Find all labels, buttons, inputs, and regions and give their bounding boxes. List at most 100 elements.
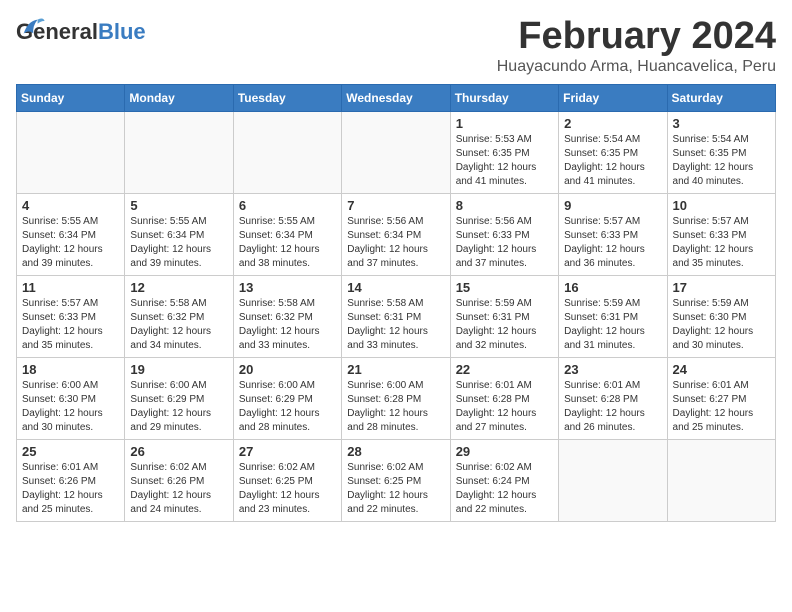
day-cell-28: 28 Sunrise: 6:02 AM Sunset: 6:25 PM Dayli… xyxy=(342,439,450,521)
column-header-thursday: Thursday xyxy=(450,84,558,111)
day-cell-21: 21Sunrise: 6:00 AM Sunset: 6:28 PM Dayli… xyxy=(342,357,450,439)
day-info: Sunrise: 5:58 AM Sunset: 6:31 PM Dayligh… xyxy=(347,297,444,353)
day-info: Sunrise: 5:57 AM Sunset: 6:33 PM Dayligh… xyxy=(673,215,770,271)
day-info: Sunrise: 6:01 AM Sunset: 6:27 PM Dayligh… xyxy=(673,379,770,435)
day-number: 7 xyxy=(347,198,444,213)
page-header: GeneralBlue February 2024 Huayacundo Arm… xyxy=(16,16,776,76)
day-number: 28 xyxy=(347,444,444,459)
day-info: Sunrise: 5:57 AM Sunset: 6:33 PM Dayligh… xyxy=(22,297,119,353)
day-number: 22 xyxy=(456,362,553,377)
day-number: 13 xyxy=(239,280,336,295)
column-header-monday: Monday xyxy=(125,84,233,111)
week-row-1: 1 Sunrise: 5:53 AM Sunset: 6:35 PM Daylig… xyxy=(17,111,776,193)
column-header-sunday: Sunday xyxy=(17,84,125,111)
day-info: Sunrise: 5:59 AM Sunset: 6:31 PM Dayligh… xyxy=(456,297,553,353)
day-cell-6: 6Sunrise: 5:55 AM Sunset: 6:34 PM Daylig… xyxy=(233,193,341,275)
day-cell-12: 12 Sunrise: 5:58 AM Sunset: 6:32 PM Dayli… xyxy=(125,275,233,357)
day-info: Sunrise: 5:54 AM Sunset: 6:35 PM Dayligh… xyxy=(673,133,770,189)
day-info: Sunrise: 5:54 AM Sunset: 6:35 PM Dayligh… xyxy=(564,133,661,189)
week-row-2: 4 Sunrise: 5:55 AM Sunset: 6:34 PM Daylig… xyxy=(17,193,776,275)
day-cell-20: 20 Sunrise: 6:00 AM Sunset: 6:29 PM Dayli… xyxy=(233,357,341,439)
day-number: 5 xyxy=(130,198,227,213)
day-number: 16 xyxy=(564,280,661,295)
day-number: 20 xyxy=(239,362,336,377)
day-number: 15 xyxy=(456,280,553,295)
day-cell-23: 23 Sunrise: 6:01 AM Sunset: 6:28 PM Dayli… xyxy=(559,357,667,439)
day-number: 26 xyxy=(130,444,227,459)
day-info: Sunrise: 5:56 AM Sunset: 6:34 PM Dayligh… xyxy=(347,215,444,271)
day-number: 2 xyxy=(564,116,661,131)
column-header-saturday: Saturday xyxy=(667,84,775,111)
column-header-friday: Friday xyxy=(559,84,667,111)
day-number: 12 xyxy=(130,280,227,295)
day-info: Sunrise: 6:00 AM Sunset: 6:30 PM Dayligh… xyxy=(22,379,119,435)
day-cell-5: 5 Sunrise: 5:55 AM Sunset: 6:34 PM Daylig… xyxy=(125,193,233,275)
day-cell-8: 8 Sunrise: 5:56 AM Sunset: 6:33 PM Daylig… xyxy=(450,193,558,275)
title-block: February 2024 Huayacundo Arma, Huancavel… xyxy=(497,16,776,76)
day-info: Sunrise: 5:58 AM Sunset: 6:32 PM Dayligh… xyxy=(239,297,336,353)
day-number: 9 xyxy=(564,198,661,213)
day-info: Sunrise: 6:02 AM Sunset: 6:26 PM Dayligh… xyxy=(130,461,227,517)
day-number: 27 xyxy=(239,444,336,459)
calendar-header-row: SundayMondayTuesdayWednesdayThursdayFrid… xyxy=(17,84,776,111)
day-cell-2: 2 Sunrise: 5:54 AM Sunset: 6:35 PM Daylig… xyxy=(559,111,667,193)
day-number: 29 xyxy=(456,444,553,459)
day-number: 6 xyxy=(239,198,336,213)
empty-cell xyxy=(667,439,775,521)
day-info: Sunrise: 6:00 AM Sunset: 6:29 PM Dayligh… xyxy=(239,379,336,435)
logo: GeneralBlue xyxy=(16,20,146,62)
day-info: Sunrise: 5:59 AM Sunset: 6:31 PM Dayligh… xyxy=(564,297,661,353)
empty-cell xyxy=(342,111,450,193)
day-info: Sunrise: 5:58 AM Sunset: 6:32 PM Dayligh… xyxy=(130,297,227,353)
calendar-title: February 2024 xyxy=(497,16,776,58)
day-number: 14 xyxy=(347,280,444,295)
calendar-table: SundayMondayTuesdayWednesdayThursdayFrid… xyxy=(16,84,776,522)
day-number: 23 xyxy=(564,362,661,377)
day-cell-14: 14 Sunrise: 5:58 AM Sunset: 6:31 PM Dayli… xyxy=(342,275,450,357)
logo-blue: Blue xyxy=(98,19,146,44)
empty-cell xyxy=(233,111,341,193)
day-number: 21 xyxy=(347,362,444,377)
day-number: 4 xyxy=(22,198,119,213)
day-info: Sunrise: 6:01 AM Sunset: 6:28 PM Dayligh… xyxy=(564,379,661,435)
day-cell-17: 17Sunrise: 5:59 AM Sunset: 6:30 PM Dayli… xyxy=(667,275,775,357)
day-info: Sunrise: 6:02 AM Sunset: 6:25 PM Dayligh… xyxy=(347,461,444,517)
day-cell-10: 10 Sunrise: 5:57 AM Sunset: 6:33 PM Dayli… xyxy=(667,193,775,275)
empty-cell xyxy=(17,111,125,193)
day-cell-24: 24 Sunrise: 6:01 AM Sunset: 6:27 PM Dayli… xyxy=(667,357,775,439)
calendar-subtitle: Huayacundo Arma, Huancavelica, Peru xyxy=(497,58,776,76)
day-cell-9: 9Sunrise: 5:57 AM Sunset: 6:33 PM Daylig… xyxy=(559,193,667,275)
day-cell-13: 13 Sunrise: 5:58 AM Sunset: 6:32 PM Dayli… xyxy=(233,275,341,357)
day-number: 25 xyxy=(22,444,119,459)
day-info: Sunrise: 6:00 AM Sunset: 6:29 PM Dayligh… xyxy=(130,379,227,435)
day-number: 10 xyxy=(673,198,770,213)
day-info: Sunrise: 5:56 AM Sunset: 6:33 PM Dayligh… xyxy=(456,215,553,271)
week-row-3: 11 Sunrise: 5:57 AM Sunset: 6:33 PM Dayli… xyxy=(17,275,776,357)
day-cell-22: 22 Sunrise: 6:01 AM Sunset: 6:28 PM Dayli… xyxy=(450,357,558,439)
day-cell-19: 19 Sunrise: 6:00 AM Sunset: 6:29 PM Dayli… xyxy=(125,357,233,439)
week-row-4: 18Sunrise: 6:00 AM Sunset: 6:30 PM Dayli… xyxy=(17,357,776,439)
day-number: 8 xyxy=(456,198,553,213)
day-info: Sunrise: 6:01 AM Sunset: 6:28 PM Dayligh… xyxy=(456,379,553,435)
day-number: 1 xyxy=(456,116,553,131)
day-cell-7: 7 Sunrise: 5:56 AM Sunset: 6:34 PM Daylig… xyxy=(342,193,450,275)
day-number: 19 xyxy=(130,362,227,377)
logo-bird-icon xyxy=(18,14,46,42)
day-info: Sunrise: 6:02 AM Sunset: 6:24 PM Dayligh… xyxy=(456,461,553,517)
day-number: 24 xyxy=(673,362,770,377)
day-info: Sunrise: 5:59 AM Sunset: 6:30 PM Dayligh… xyxy=(673,297,770,353)
day-cell-11: 11 Sunrise: 5:57 AM Sunset: 6:33 PM Dayli… xyxy=(17,275,125,357)
day-cell-16: 16 Sunrise: 5:59 AM Sunset: 6:31 PM Dayli… xyxy=(559,275,667,357)
day-cell-26: 26 Sunrise: 6:02 AM Sunset: 6:26 PM Dayli… xyxy=(125,439,233,521)
day-info: Sunrise: 6:01 AM Sunset: 6:26 PM Dayligh… xyxy=(22,461,119,517)
day-info: Sunrise: 5:55 AM Sunset: 6:34 PM Dayligh… xyxy=(22,215,119,271)
day-cell-29: 29 Sunrise: 6:02 AM Sunset: 6:24 PM Dayli… xyxy=(450,439,558,521)
day-number: 3 xyxy=(673,116,770,131)
day-cell-4: 4 Sunrise: 5:55 AM Sunset: 6:34 PM Daylig… xyxy=(17,193,125,275)
day-info: Sunrise: 5:53 AM Sunset: 6:35 PM Dayligh… xyxy=(456,133,553,189)
day-info: Sunrise: 6:02 AM Sunset: 6:25 PM Dayligh… xyxy=(239,461,336,517)
day-info: Sunrise: 5:55 AM Sunset: 6:34 PM Dayligh… xyxy=(130,215,227,271)
day-cell-1: 1 Sunrise: 5:53 AM Sunset: 6:35 PM Daylig… xyxy=(450,111,558,193)
day-cell-27: 27 Sunrise: 6:02 AM Sunset: 6:25 PM Dayli… xyxy=(233,439,341,521)
day-number: 11 xyxy=(22,280,119,295)
